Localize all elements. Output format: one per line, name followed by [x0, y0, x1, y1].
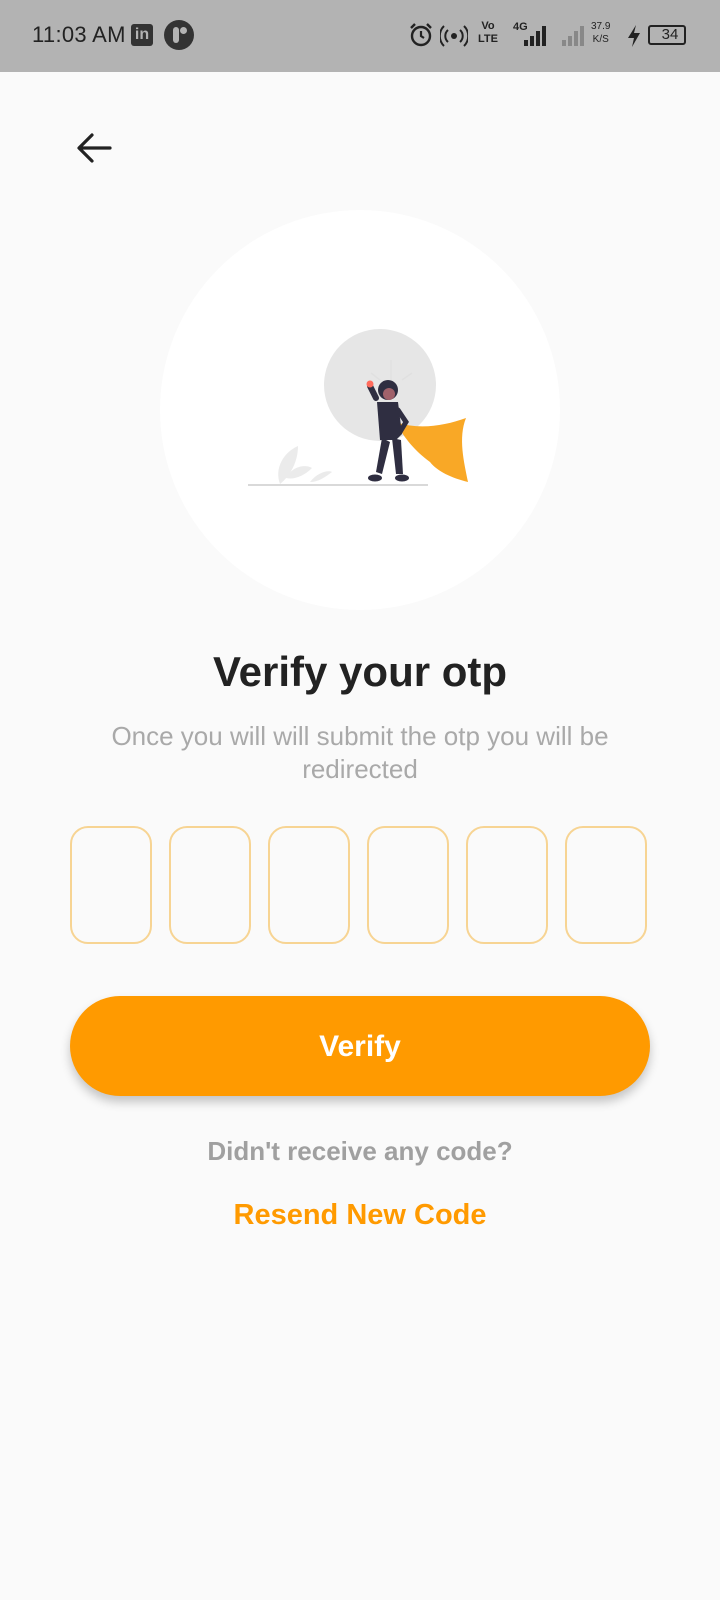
page-subtitle: Once you will will submit the otp you wi… [111, 721, 609, 784]
network-speed: 37.9 K/S [591, 20, 610, 46]
no-code-text: Didn't receive any code? [207, 1136, 513, 1166]
app-icon [164, 20, 194, 50]
back-button[interactable] [70, 124, 118, 172]
charging-icon [628, 25, 640, 47]
verify-button[interactable]: Verify [70, 996, 650, 1096]
network-speed-unit: K/S [592, 34, 609, 45]
resend-code-link[interactable]: Resend New Code [0, 1199, 720, 1232]
volte-label: Vo LTE [478, 20, 498, 45]
otp-digit-5[interactable] [466, 826, 548, 944]
otp-digit-1[interactable] [70, 826, 152, 944]
status-time: 11:03 AM [32, 22, 126, 47]
alarm-icon [410, 23, 432, 47]
network-speed-value: 37.9 [591, 21, 611, 32]
otp-digit-4[interactable] [367, 826, 449, 944]
linkedin-icon: in [131, 24, 153, 46]
otp-digit-2[interactable] [169, 826, 251, 944]
volte-icon: Vo LTE [476, 20, 500, 46]
status-bar: 11:03 AM in Vo LTE 4G 37.9 K/S 34 [0, 0, 720, 72]
otp-digit-6[interactable] [565, 826, 647, 944]
signal-icon [524, 26, 546, 46]
superhero-illustration [248, 329, 468, 486]
battery-level: 34 [661, 26, 679, 43]
hero-circle [160, 210, 560, 610]
hotspot-icon [440, 25, 468, 47]
arrow-left-icon [77, 133, 112, 163]
page-title: Verify your otp [212, 648, 508, 695]
otp-digit-3[interactable] [268, 826, 350, 944]
signal-icon-2 [562, 26, 584, 46]
